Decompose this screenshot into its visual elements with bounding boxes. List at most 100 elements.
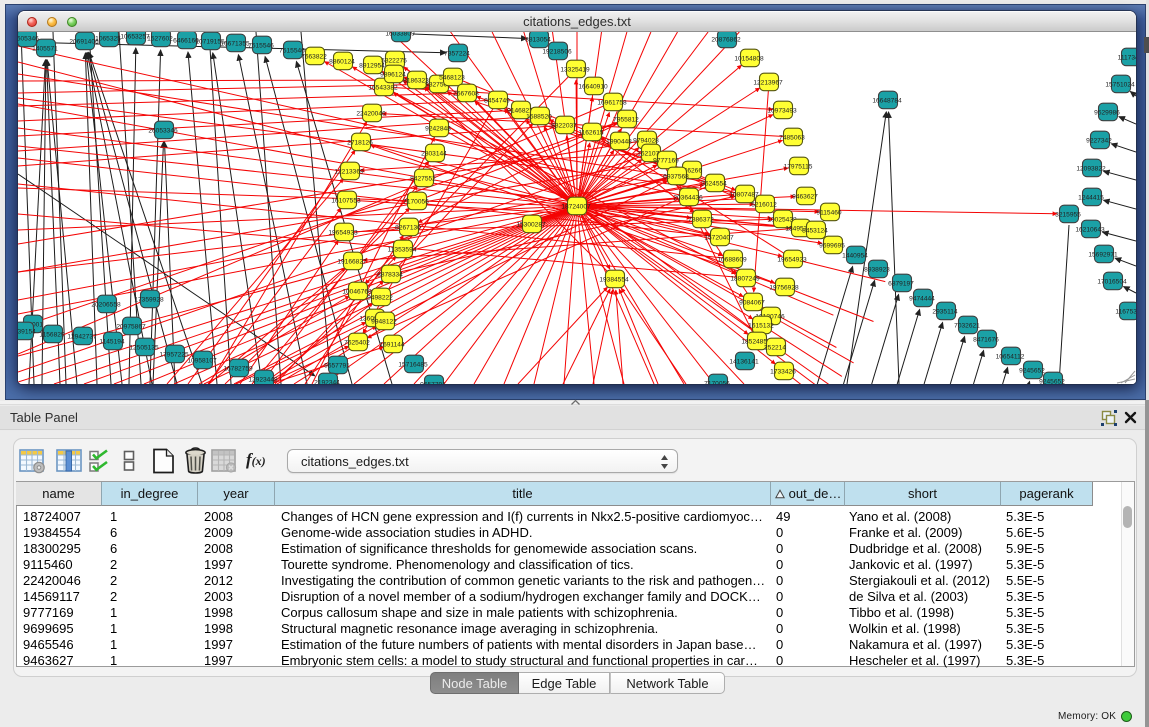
svg-text:19756928: 19756928 [769,284,799,291]
svg-text:5468123: 5468123 [439,74,465,81]
svg-text:15716485: 15716485 [398,361,428,368]
svg-text:10046768: 10046768 [342,288,372,295]
svg-text:9777169: 9777169 [653,157,679,164]
svg-text:9245652: 9245652 [1039,378,1065,384]
svg-text:20876862: 20876862 [711,36,741,43]
svg-text:17016504: 17016504 [1097,278,1127,285]
svg-text:17359928: 17359928 [134,296,164,303]
svg-text:1588520: 1588520 [526,113,552,120]
svg-text:17957225: 17957225 [159,351,189,358]
svg-text:1440954: 1440954 [842,252,868,259]
svg-text:16671355: 16671355 [220,40,250,47]
svg-text:10973493: 10973493 [767,107,797,114]
svg-text:2639154: 2639154 [18,328,36,335]
svg-text:6937568: 6937568 [663,173,689,180]
svg-text:12505135: 12505135 [129,344,159,351]
svg-text:9529986: 9529986 [1094,109,1120,116]
svg-text:16033809: 16033809 [385,32,415,37]
svg-text:8878334: 8878334 [377,271,403,278]
svg-text:7663822: 7663822 [301,53,327,60]
svg-text:26053346: 26053346 [148,127,178,134]
svg-text:9227342: 9227342 [1086,137,1112,144]
svg-text:19166827: 19166827 [337,258,367,265]
svg-text:15751024: 15751024 [1105,81,1135,88]
svg-text:9463627: 9463627 [792,193,818,200]
svg-text:1145194: 1145194 [99,338,125,345]
svg-text:2935114: 2935114 [932,308,958,315]
svg-text:1162615: 1162615 [578,129,604,136]
svg-text:7032621: 7032621 [954,322,980,329]
svg-text:8454749: 8454749 [484,97,510,104]
svg-text:1733426: 1733426 [770,368,796,375]
svg-text:2718126: 2718126 [347,139,373,146]
svg-text:20206558: 20206558 [91,301,121,308]
svg-text:6216012: 6216012 [751,201,777,208]
svg-text:9474444: 9474444 [909,295,935,302]
svg-text:16543382: 16543382 [368,84,398,91]
svg-text:12213369: 12213369 [334,168,364,175]
svg-text:8453124: 8453124 [802,227,828,234]
svg-text:2192344: 2192344 [314,379,340,384]
svg-text:16648784: 16648784 [872,97,902,104]
svg-text:1156829: 1156829 [39,331,65,338]
svg-text:14136141: 14136141 [729,358,759,365]
svg-text:16782759: 16782759 [223,365,253,372]
svg-text:7170056: 7170056 [403,198,429,205]
svg-text:10654112: 10654112 [996,353,1025,360]
svg-text:9498222: 9498222 [367,294,393,301]
svg-text:9242848: 9242848 [425,125,451,132]
svg-text:10958107: 10958107 [187,357,217,364]
svg-text:8267130: 8267130 [395,224,421,231]
svg-text:8471676: 8471676 [973,336,999,343]
svg-text:10688609: 10688609 [717,256,747,263]
svg-text:3215955: 3215955 [1055,211,1081,218]
svg-text:9699695: 9699695 [819,242,845,249]
svg-text:15720407: 15720407 [704,234,734,241]
svg-text:1691144: 1691144 [379,341,405,348]
svg-text:7170056: 7170056 [704,380,730,384]
svg-text:10154808: 10154808 [734,55,764,62]
svg-text:13325419: 13325419 [560,66,590,73]
svg-text:12942737: 12942737 [67,333,97,340]
svg-text:7357224: 7357224 [444,50,470,57]
svg-text:12213967: 12213967 [753,79,783,86]
svg-text:9084067: 9084067 [739,299,765,306]
svg-text:10807487: 10807487 [729,191,759,198]
svg-text:7515546: 7515546 [248,42,274,49]
svg-text:8322037: 8322037 [551,122,577,129]
svg-text:9948122: 9948122 [371,318,397,325]
svg-text:19654933: 19654933 [328,229,358,236]
svg-text:1167534: 1167534 [1115,308,1136,315]
svg-text:1990448: 1990448 [606,138,632,145]
svg-text:1117345: 1117345 [1118,54,1136,61]
svg-text:3624554: 3624554 [701,180,727,187]
svg-text:19654923: 19654923 [777,256,807,263]
svg-text:2667608: 2667608 [453,90,479,97]
svg-text:16961758: 16961758 [597,99,627,106]
svg-text:2803144: 2803144 [421,150,447,157]
svg-text:5322275: 5322275 [381,57,407,64]
svg-text:10653257: 10653257 [120,33,150,40]
svg-text:17975115: 17975115 [784,163,813,170]
svg-text:7955812: 7955812 [613,116,639,123]
svg-text:6879197: 6879197 [888,280,914,287]
svg-text:1405571: 1405571 [32,45,58,52]
svg-text:19384554: 19384554 [599,276,629,283]
svg-text:20975867: 20975867 [116,323,146,330]
svg-text:1527602: 1527602 [147,35,173,42]
svg-text:252214: 252214 [764,344,786,351]
svg-text:1065325: 1065325 [95,35,121,42]
svg-text:15300287: 15300287 [516,221,546,228]
svg-text:8427552: 8427552 [410,175,436,182]
svg-text:11353594: 11353594 [388,246,417,253]
svg-text:1615132: 1615132 [748,322,774,329]
svg-text:19218506: 19218506 [542,48,572,55]
svg-text:18807249: 18807249 [730,275,760,282]
svg-text:8813054: 8813054 [525,36,551,43]
svg-text:16210643: 16210643 [1075,226,1105,233]
svg-text:7386372: 7386372 [688,216,714,223]
svg-text:15692971: 15692971 [1088,251,1118,258]
svg-text:22420046: 22420046 [356,110,386,117]
svg-text:2605346: 2605346 [18,35,39,42]
svg-text:9657791: 9657791 [420,381,446,384]
